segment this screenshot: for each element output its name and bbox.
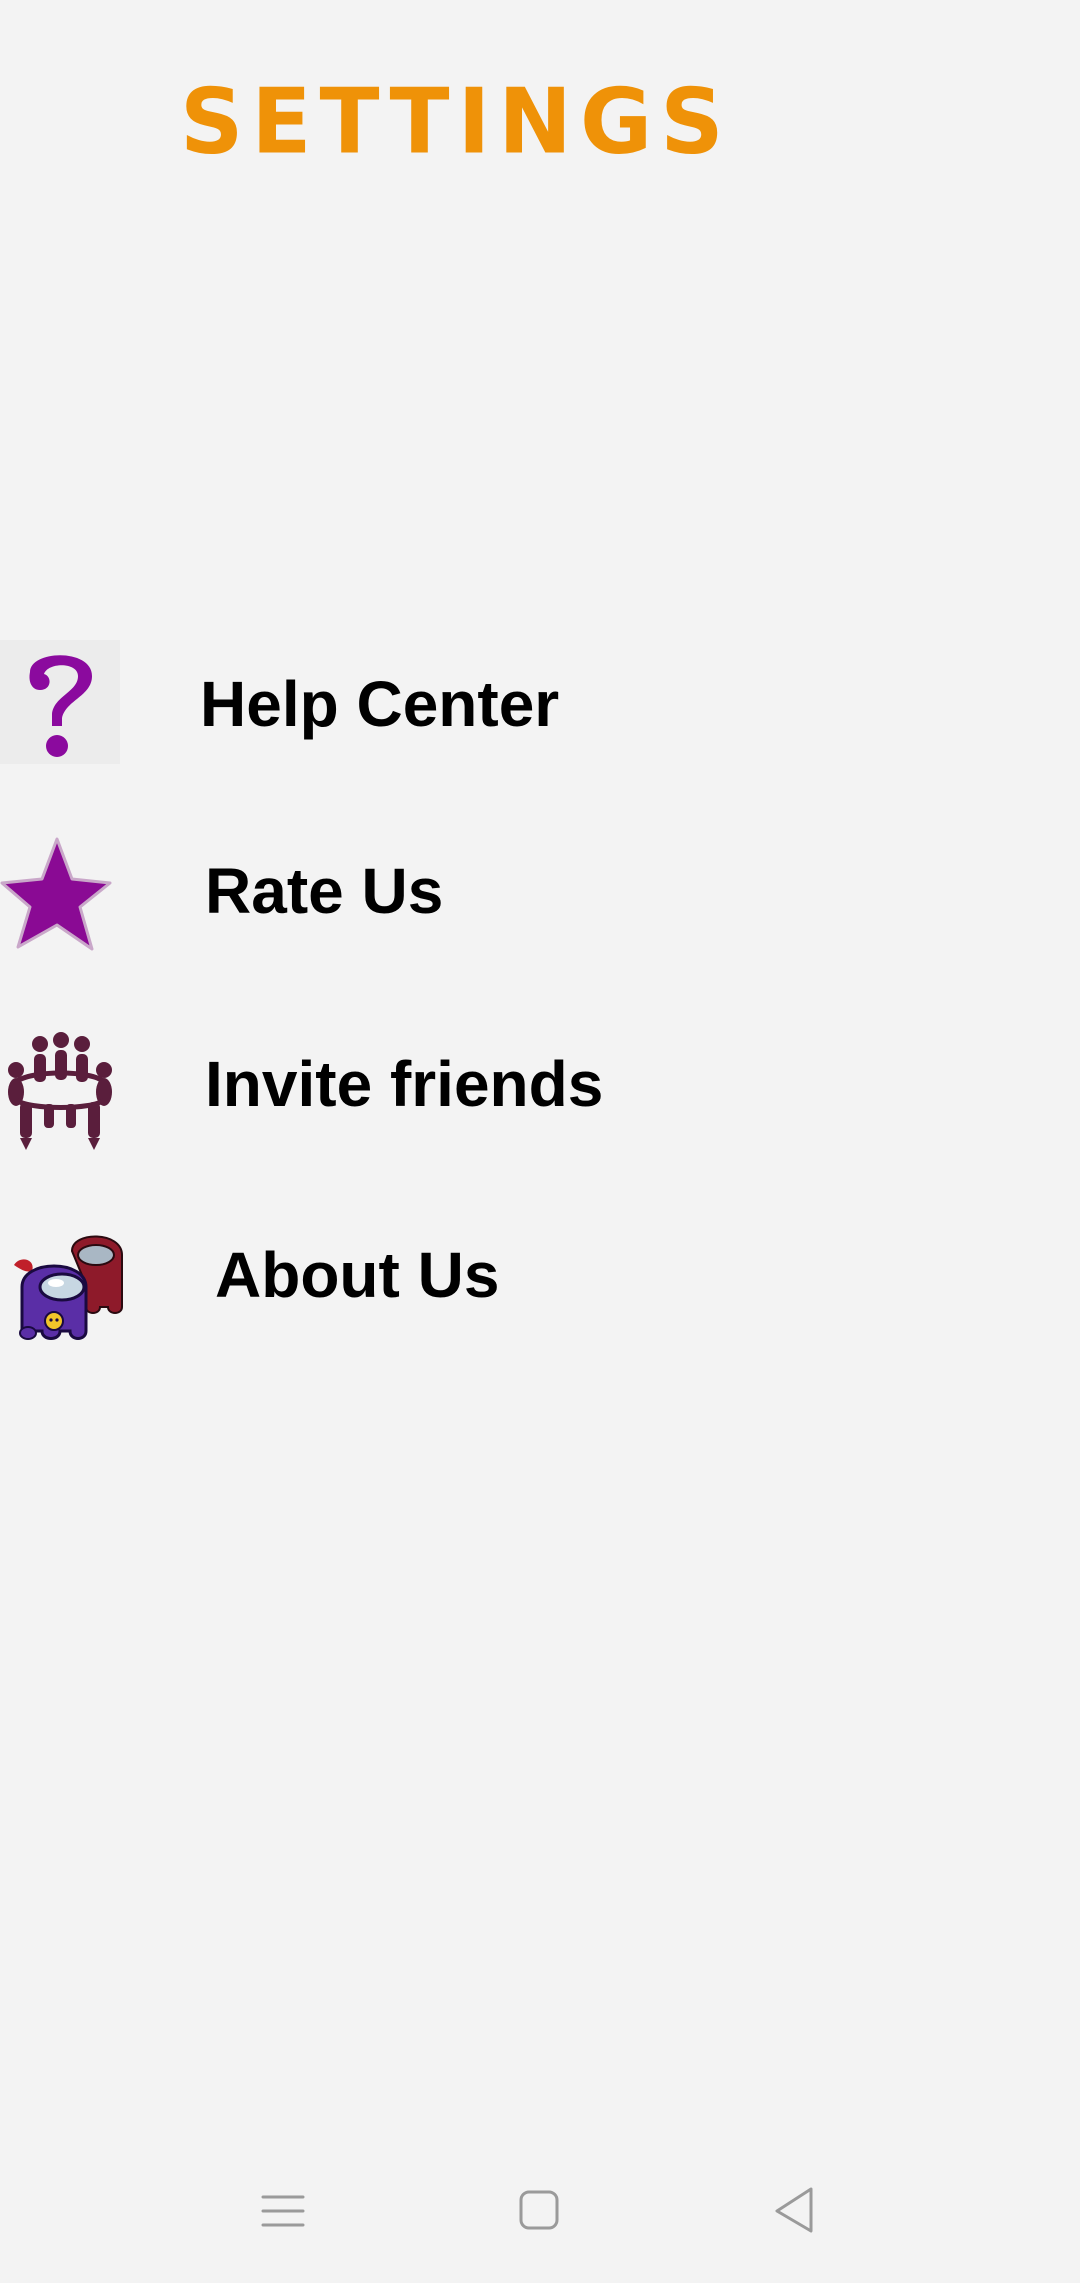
people-circle-icon: [0, 1030, 130, 1160]
menu-item-rate-us[interactable]: Rate Us: [0, 835, 760, 965]
menu-item-invite-friends[interactable]: Invite friends: [0, 1030, 760, 1160]
question-mark-icon: [0, 640, 130, 770]
menu-item-label: Help Center: [200, 668, 560, 740]
menu-item-help-center[interactable]: Help Center: [0, 640, 760, 770]
menu-item-label: Rate Us: [205, 855, 444, 927]
menu-item-about-us[interactable]: About Us: [0, 1225, 760, 1355]
star-icon: [0, 835, 130, 965]
system-navigation-bar: [0, 2153, 1080, 2283]
page-title: SETTINGS: [180, 68, 732, 175]
menu-item-label: About Us: [215, 1239, 500, 1311]
menu-item-label: Invite friends: [205, 1048, 604, 1120]
crewmates-icon: [0, 1225, 130, 1355]
back-icon[interactable]: [755, 2173, 835, 2253]
recent-apps-icon[interactable]: [243, 2173, 323, 2253]
home-icon[interactable]: [500, 2173, 580, 2253]
